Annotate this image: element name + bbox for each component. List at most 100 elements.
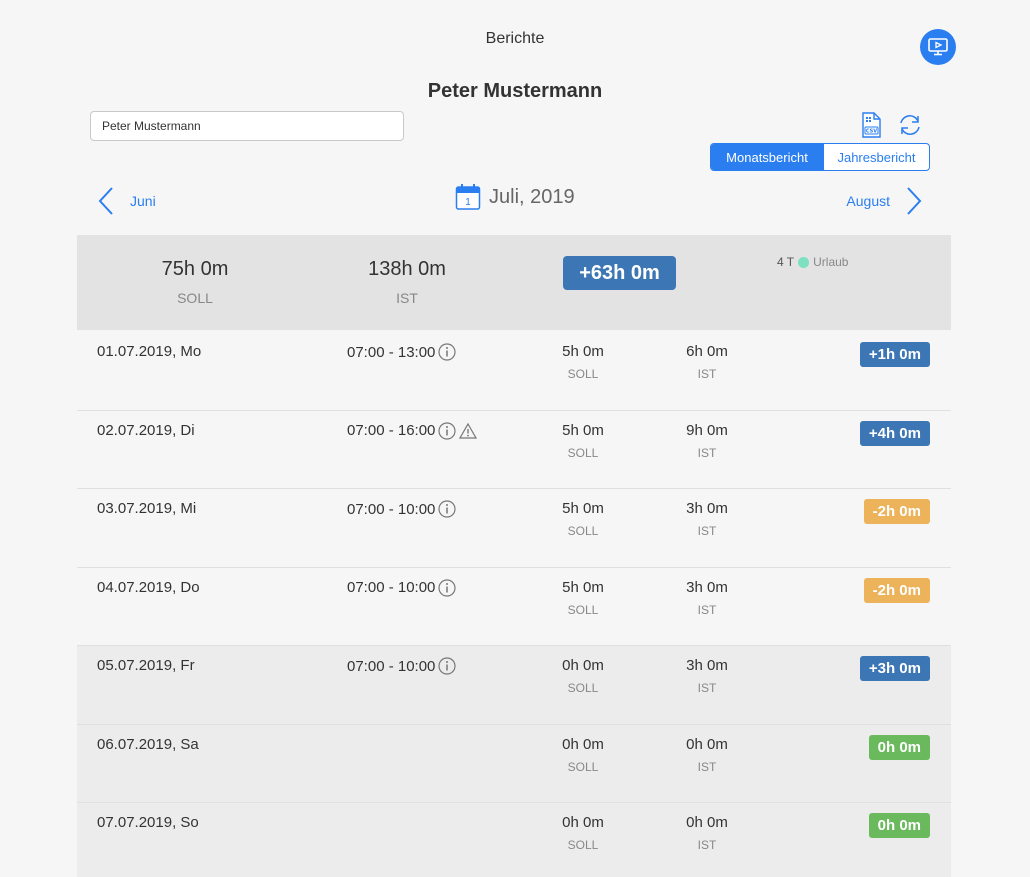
day-row[interactable]: 06.07.2019, Sa 0h 0m SOLL 0h 0m IST 0h 0… [77, 724, 951, 803]
info-icon[interactable] [438, 500, 457, 518]
refresh-icon[interactable] [896, 112, 924, 138]
day-soll-value: 0h 0m [562, 657, 604, 674]
day-time-text: 07:00 - 16:00 [347, 422, 436, 439]
day-ist-label: IST [697, 838, 717, 852]
summary-ist-label: IST [396, 290, 418, 306]
day-date: 03.07.2019, Mi [97, 500, 197, 517]
day-date: 07.07.2019, So [97, 814, 199, 831]
day-diff-badge: +4h 0m [859, 420, 930, 446]
day-diff-badge: 0h 0m [868, 813, 930, 838]
summary-soll: 75h 0m SOLL [145, 258, 245, 306]
chevron-right-icon [907, 187, 922, 215]
day-row[interactable]: 02.07.2019, Di 07:00 - 16:00 5h 0m SOLL … [77, 410, 951, 489]
summary-soll-label: SOLL [177, 290, 213, 306]
day-date: 05.07.2019, Fr [97, 657, 195, 674]
calendar-icon: 1 [455, 184, 481, 210]
current-month-label: Juli, 2019 [489, 185, 575, 208]
warning-icon[interactable] [459, 422, 478, 440]
day-soll-label: SOLL [567, 759, 599, 774]
previous-month-button[interactable]: Juni [96, 186, 156, 216]
day-ist-label: IST [697, 602, 717, 617]
person-select-input[interactable] [90, 111, 404, 141]
next-month-button[interactable]: August [846, 186, 924, 216]
current-month[interactable]: 1 Juli, 2019 [455, 183, 575, 211]
day-ist-label: IST [697, 524, 717, 538]
monitor-play-icon [928, 38, 948, 56]
day-soll-label: SOLL [567, 602, 599, 617]
day-soll-label: SOLL [567, 445, 599, 460]
day-soll: 0h 0m SOLL [543, 814, 623, 852]
day-soll: 5h 0m SOLL [543, 500, 623, 538]
csv-export-icon[interactable]: CSV [860, 112, 882, 138]
previous-month-label: Juni [130, 193, 156, 209]
day-row[interactable]: 05.07.2019, Fr 07:00 - 10:00 0h 0m SOLL … [77, 646, 951, 725]
day-soll: 5h 0m SOLL [543, 579, 623, 617]
day-soll-value: 5h 0m [562, 500, 604, 517]
info-icon[interactable] [438, 657, 457, 675]
day-diff-badge: +1h 0m [859, 342, 930, 367]
day-soll: 5h 0m SOLL [543, 422, 623, 460]
info-icon[interactable] [438, 421, 457, 440]
vacation-label: Urlaub [813, 255, 849, 269]
vacation-info: 4 T Urlaub [777, 255, 848, 269]
day-date: 04.07.2019, Do [97, 578, 200, 596]
day-date: 01.07.2019, Mo [97, 343, 202, 360]
vacation-dot [798, 256, 810, 268]
day-ist-value: 0h 0m [686, 814, 728, 831]
day-soll-value: 5h 0m [562, 578, 604, 596]
day-row[interactable]: 01.07.2019, Mo 07:00 - 13:00 5h 0m SOLL … [77, 332, 951, 411]
day-diff-badge: +3h 0m [859, 656, 930, 681]
day-soll-label: SOLL [567, 681, 599, 695]
day-ist: 6h 0m IST [667, 343, 747, 381]
day-row[interactable]: 04.07.2019, Do 07:00 - 10:00 5h 0m SOLL … [77, 567, 951, 646]
screen-share-button[interactable] [920, 29, 956, 65]
day-ist-label: IST [697, 759, 717, 774]
summary-diff-badge: +63h 0m [563, 256, 676, 290]
day-soll: 5h 0m SOLL [543, 343, 623, 381]
day-soll-label: SOLL [567, 524, 599, 538]
day-ist: 3h 0m IST [667, 657, 747, 695]
day-ist-value: 0h 0m [686, 735, 728, 753]
svg-text:CSV: CSV [866, 129, 877, 135]
day-ist: 3h 0m IST [667, 500, 747, 538]
day-time-text: 07:00 - 10:00 [347, 500, 436, 518]
vacation-count: 4 T [777, 255, 795, 269]
day-soll-label: SOLL [567, 367, 599, 381]
day-ist: 9h 0m IST [667, 422, 747, 460]
day-soll-value: 0h 0m [562, 814, 604, 831]
day-soll: 0h 0m SOLL [543, 657, 623, 695]
day-time-text: 07:00 - 10:00 [347, 657, 436, 675]
summary-ist: 138h 0m IST [347, 258, 467, 306]
day-ist: 0h 0m IST [667, 736, 747, 774]
day-ist-value: 9h 0m [686, 421, 728, 439]
day-ist-value: 3h 0m [686, 657, 728, 674]
day-list: 01.07.2019, Mo 07:00 - 13:00 5h 0m SOLL … [77, 332, 951, 877]
day-time-text: 07:00 - 13:00 [347, 343, 436, 361]
day-soll: 0h 0m SOLL [543, 736, 623, 774]
day-soll-value: 5h 0m [562, 343, 604, 360]
day-soll-label: SOLL [567, 838, 599, 852]
info-icon[interactable] [438, 343, 457, 361]
chevron-left-icon [98, 187, 113, 215]
person-title: Peter Mustermann [427, 80, 603, 102]
day-diff-badge: -2h 0m [863, 499, 930, 524]
info-icon[interactable] [438, 578, 457, 597]
yearly-report-tab[interactable]: Jahresbericht [823, 144, 929, 170]
day-time: 07:00 - 10:00 [347, 578, 457, 597]
summary-ist-value: 138h 0m [368, 258, 446, 280]
day-ist-value: 3h 0m [686, 500, 728, 517]
day-ist-label: IST [697, 445, 717, 460]
day-time: 07:00 - 16:00 [347, 421, 478, 440]
monthly-report-tab[interactable]: Monatsbericht [711, 144, 823, 170]
day-time: 07:00 - 10:00 [347, 657, 457, 675]
summary-panel: 75h 0m SOLL 138h 0m IST +63h 0m 4 T Urla… [77, 235, 951, 330]
day-row[interactable]: 07.07.2019, So 0h 0m SOLL 0h 0m IST 0h 0… [77, 803, 951, 877]
day-ist: 3h 0m IST [667, 579, 747, 617]
day-diff-badge: 0h 0m [868, 734, 930, 760]
header-title: Berichte [485, 30, 545, 47]
day-ist-label: IST [697, 681, 717, 695]
day-date: 02.07.2019, Di [97, 421, 195, 439]
day-diff-badge: -2h 0m [863, 577, 930, 603]
day-ist: 0h 0m IST [667, 814, 747, 852]
day-row[interactable]: 03.07.2019, Mi 07:00 - 10:00 5h 0m SOLL … [77, 489, 951, 568]
